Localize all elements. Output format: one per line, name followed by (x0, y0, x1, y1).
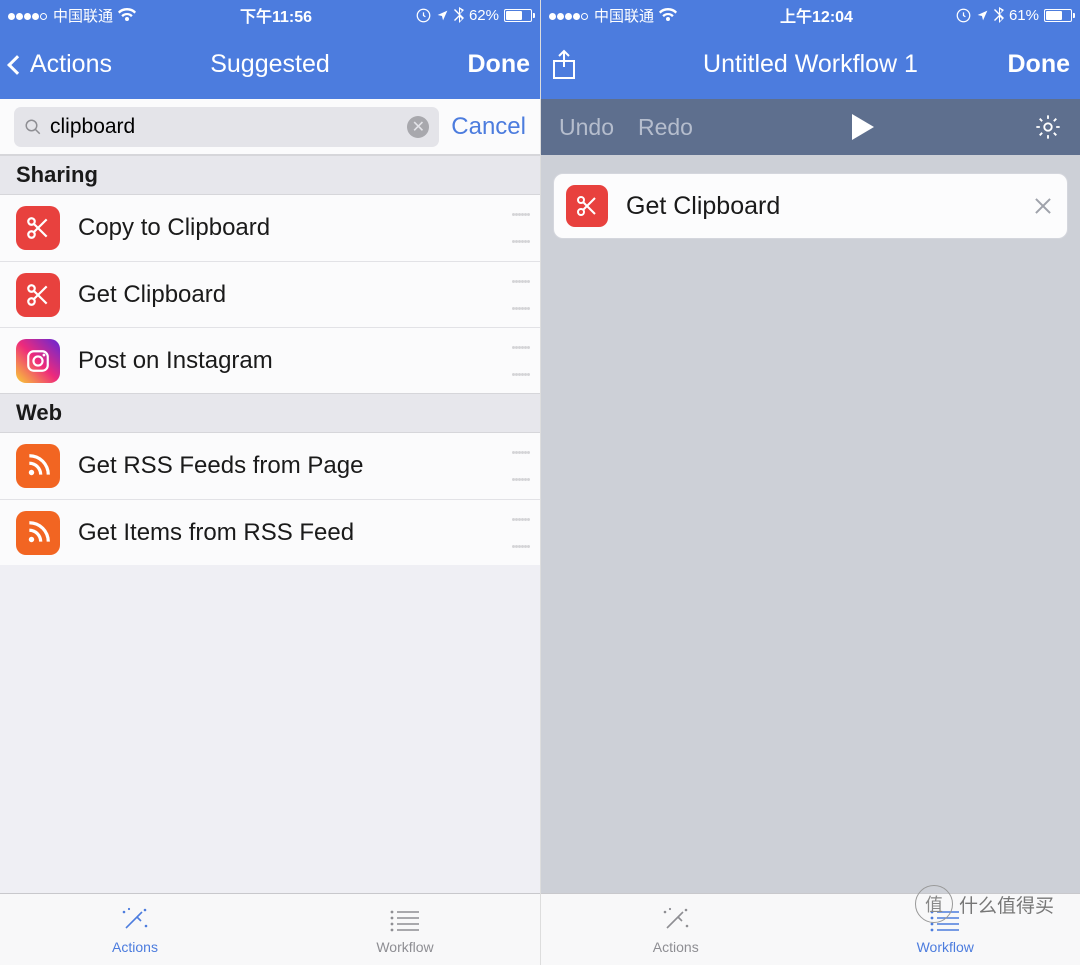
action-label: Get Clipboard (78, 281, 512, 309)
rotation-lock-icon (956, 8, 971, 23)
action-label: Get Items from RSS Feed (78, 519, 512, 547)
tab-bar: Actions Workflow (0, 893, 540, 965)
battery-icon (1044, 9, 1072, 22)
action-rss-items[interactable]: Get Items from RSS Feed (0, 499, 540, 565)
screen-left: 中国联通 下午11:56 62% Actions Suggested Done (0, 0, 540, 965)
tab-label: Workflow (917, 939, 974, 955)
rotation-lock-icon (416, 8, 431, 23)
settings-button[interactable] (1034, 113, 1062, 141)
rss-icon (16, 444, 60, 488)
bluetooth-icon (994, 7, 1004, 23)
tab-label: Workflow (376, 939, 433, 955)
status-bar: 中国联通 下午11:56 62% (0, 0, 540, 30)
share-icon (551, 49, 577, 81)
workflow-step-get-clipboard[interactable]: Get Clipboard (553, 173, 1068, 239)
scissors-icon (566, 185, 608, 227)
action-get-clipboard[interactable]: Get Clipboard (0, 261, 540, 327)
back-label: Actions (30, 50, 112, 79)
tab-actions[interactable]: Actions (541, 894, 811, 965)
drag-handle-icon[interactable] (512, 518, 530, 548)
action-copy-to-clipboard[interactable]: Copy to Clipboard (0, 195, 540, 261)
gear-icon (1034, 113, 1062, 141)
section-header-sharing: Sharing (0, 155, 540, 195)
nav-bar: Untitled Workflow 1 Done (541, 30, 1080, 99)
search-icon (24, 118, 42, 136)
drag-handle-icon[interactable] (512, 346, 530, 376)
list-icon (929, 905, 961, 935)
action-label: Copy to Clipboard (78, 214, 512, 242)
scissors-icon (16, 273, 60, 317)
drag-handle-icon[interactable] (512, 213, 530, 243)
section-header-web: Web (0, 393, 540, 433)
wifi-icon (659, 8, 677, 22)
nav-bar: Actions Suggested Done (0, 30, 540, 99)
bluetooth-icon (454, 7, 464, 23)
instagram-icon (16, 339, 60, 383)
chevron-left-icon (7, 55, 27, 75)
status-bar: 中国联通 上午12:04 61% (541, 0, 1080, 30)
carrier-label: 中国联通 (53, 5, 113, 26)
action-post-instagram[interactable]: Post on Instagram (0, 327, 540, 393)
tab-actions[interactable]: Actions (0, 894, 270, 965)
location-icon (976, 9, 989, 22)
action-label: Get RSS Feeds from Page (78, 452, 512, 480)
scissors-icon (16, 206, 60, 250)
step-label: Get Clipboard (626, 192, 1015, 221)
back-button[interactable]: Actions (10, 50, 112, 79)
search-field[interactable]: ✕ (14, 107, 439, 147)
workflow-canvas[interactable]: Get Clipboard (541, 155, 1080, 893)
share-button[interactable] (551, 49, 577, 81)
carrier-label: 中国联通 (594, 5, 654, 26)
drag-handle-icon[interactable] (512, 451, 530, 481)
signal-dots (8, 7, 48, 24)
tab-workflow[interactable]: Workflow (811, 894, 1080, 965)
search-bar: ✕ Cancel (0, 99, 540, 155)
wifi-icon (118, 8, 136, 22)
battery-text: 62% (469, 7, 499, 24)
clear-button[interactable]: ✕ (407, 116, 429, 138)
undo-button[interactable]: Undo (559, 114, 614, 141)
clock: 上午12:04 (780, 3, 853, 27)
editor-toolbar: Undo Redo (541, 99, 1080, 155)
clock: 下午11:56 (240, 3, 312, 27)
content-area: Sharing Copy to Clipboard Get Clipboard (0, 155, 540, 893)
battery-text: 61% (1009, 7, 1039, 24)
drag-handle-icon[interactable] (512, 280, 530, 310)
play-button[interactable] (850, 112, 876, 142)
tab-workflow[interactable]: Workflow (270, 894, 540, 965)
cancel-button[interactable]: Cancel (451, 113, 526, 141)
play-icon (850, 112, 876, 142)
remove-step-button[interactable] (1033, 196, 1053, 216)
list-icon (389, 905, 421, 935)
action-label: Post on Instagram (78, 347, 512, 375)
screen-right: 中国联通 上午12:04 61% Untitled Workflow 1 Don… (540, 0, 1080, 965)
location-icon (436, 9, 449, 22)
search-input[interactable] (50, 115, 399, 139)
action-rss-from-page[interactable]: Get RSS Feeds from Page (0, 433, 540, 499)
page-title: Untitled Workflow 1 (671, 50, 950, 79)
page-title: Suggested (130, 50, 410, 79)
rss-icon (16, 511, 60, 555)
battery-icon (504, 9, 532, 22)
redo-button[interactable]: Redo (638, 114, 693, 141)
tab-label: Actions (653, 939, 699, 955)
wand-icon (659, 905, 693, 935)
signal-dots (549, 7, 589, 24)
done-button[interactable]: Done (1008, 50, 1071, 79)
wand-icon (118, 905, 152, 935)
tab-label: Actions (112, 939, 158, 955)
done-button[interactable]: Done (468, 50, 531, 79)
tab-bar: Actions Workflow (541, 893, 1080, 965)
